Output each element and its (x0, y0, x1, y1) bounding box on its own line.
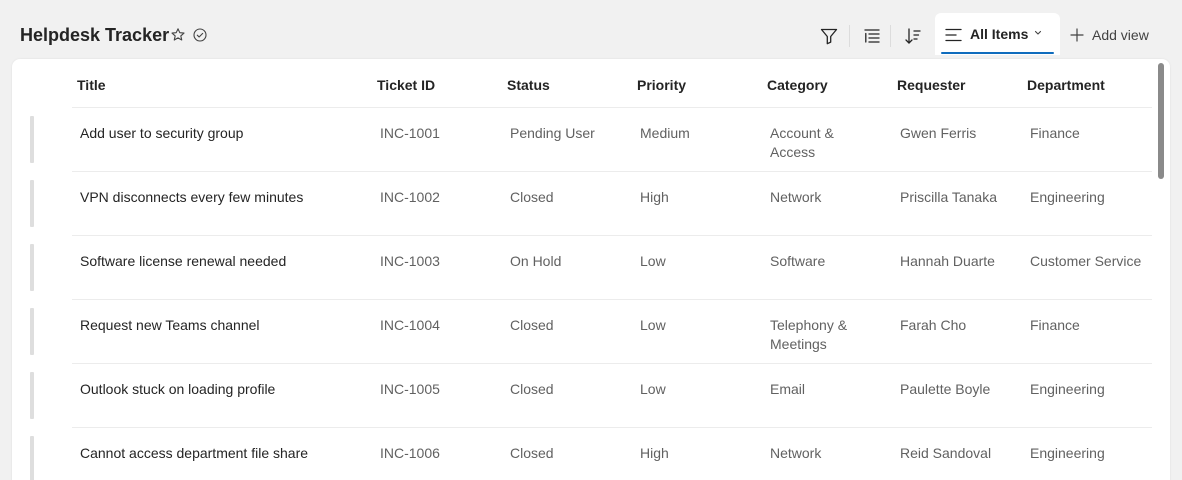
cell-requester: Farah Cho (900, 317, 967, 333)
cell-priority: High (640, 189, 669, 205)
cell-priority: Low (640, 317, 666, 333)
group-by-button[interactable] (856, 20, 888, 52)
cell-category: Network (770, 189, 822, 205)
cell-title[interactable]: Software license renewal needed (80, 252, 286, 271)
column-header-department[interactable]: Department (1027, 77, 1105, 93)
plus-icon (1070, 28, 1084, 42)
column-header-title[interactable]: Title (77, 77, 106, 93)
cell-requester: Paulette Boyle (900, 381, 991, 397)
toolbar-divider (890, 25, 891, 47)
row-selector[interactable] (30, 180, 34, 227)
list-icon (945, 28, 962, 42)
cell-department: Engineering (1030, 381, 1105, 397)
cell-ticket-id: INC-1004 (380, 317, 440, 333)
row-selector[interactable] (30, 308, 34, 355)
cell-requester: Gwen Ferris (900, 125, 977, 141)
cell-status: On Hold (510, 253, 562, 269)
cell-priority: Low (640, 253, 666, 269)
cell-category: Network (770, 445, 822, 461)
filter-button[interactable] (813, 20, 845, 52)
page-title: Helpdesk Tracker (20, 25, 170, 45)
cell-department: Finance (1030, 125, 1080, 141)
checkmark-circle-icon[interactable] (192, 27, 208, 43)
cell-status: Closed (510, 317, 554, 333)
cell-ticket-id: INC-1003 (380, 253, 440, 269)
cell-title[interactable]: Cannot access department file share (80, 444, 308, 463)
cell-ticket-id: INC-1005 (380, 381, 440, 397)
cell-title[interactable]: Request new Teams channel (80, 316, 260, 335)
row-selector[interactable] (30, 244, 34, 291)
cell-title[interactable]: Add user to security group (80, 124, 243, 143)
row-selector[interactable] (30, 436, 34, 480)
table-row[interactable]: Request new Teams channel INC-1004 Close… (12, 300, 1156, 364)
table-row[interactable]: Add user to security group INC-1001 Pend… (12, 108, 1156, 172)
cell-category: Telephony & Meetings (770, 317, 848, 352)
table-row[interactable]: Outlook stuck on loading profile INC-100… (12, 364, 1156, 428)
toolbar-divider (849, 25, 850, 47)
column-header-status[interactable]: Status (507, 77, 550, 93)
cell-department: Engineering (1030, 189, 1105, 205)
row-selector[interactable] (30, 116, 34, 163)
cell-priority: Low (640, 381, 666, 397)
cell-category: Email (770, 381, 806, 397)
sort-icon (905, 28, 921, 44)
star-icon[interactable] (170, 27, 186, 43)
filter-icon (820, 28, 838, 45)
cell-priority: Medium (640, 125, 690, 141)
cell-ticket-id: INC-1006 (380, 445, 440, 461)
cell-status: Closed (510, 445, 554, 461)
sort-button[interactable] (897, 20, 929, 52)
group-list-icon (864, 29, 880, 43)
column-header-requester[interactable]: Requester (897, 77, 965, 93)
chevron-down-icon (1034, 30, 1042, 35)
cell-title[interactable]: VPN disconnects every few minutes (80, 188, 303, 207)
row-selector[interactable] (30, 372, 34, 419)
table-row[interactable]: Software license renewal needed INC-1003… (12, 236, 1156, 300)
cell-category: Software (770, 253, 826, 269)
cell-ticket-id: INC-1001 (380, 125, 440, 141)
add-view-button[interactable]: Add view (1070, 24, 1149, 46)
page-header: Helpdesk Tracker All Items Add view (0, 0, 1182, 60)
cell-status: Closed (510, 189, 554, 205)
cell-ticket-id: INC-1002 (380, 189, 440, 205)
cell-requester: Priscilla Tanaka (900, 189, 998, 205)
cell-category: Account & Access (770, 125, 834, 160)
cell-requester: Reid Sandoval (900, 445, 992, 461)
column-header-category[interactable]: Category (767, 77, 828, 93)
add-view-label: Add view (1092, 27, 1149, 43)
view-selector-all-items[interactable]: All Items (935, 13, 1060, 55)
view-label: All Items (970, 26, 1029, 42)
cell-status: Closed (510, 381, 554, 397)
column-header-priority[interactable]: Priority (637, 77, 686, 93)
column-header-ticket-id[interactable]: Ticket ID (377, 77, 435, 93)
cell-department: Engineering (1030, 445, 1105, 461)
vertical-scrollbar[interactable] (1158, 63, 1164, 179)
cell-department: Customer Service (1030, 253, 1142, 269)
table-row[interactable]: Cannot access department file share INC-… (12, 428, 1156, 480)
cell-priority: High (640, 445, 669, 461)
cell-department: Finance (1030, 317, 1080, 333)
list-card: Title Ticket ID Status Priority Category… (12, 59, 1170, 480)
cell-requester: Hannah Duarte (900, 253, 995, 269)
active-view-indicator (941, 52, 1054, 54)
cell-title[interactable]: Outlook stuck on loading profile (80, 380, 275, 399)
cell-status: Pending User (510, 125, 595, 141)
table-row[interactable]: VPN disconnects every few minutes INC-10… (12, 172, 1156, 236)
